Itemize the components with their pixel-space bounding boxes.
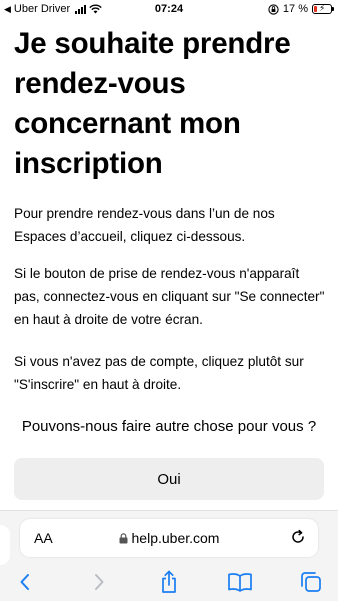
- help-question: Pouvons-nous faire autre chose pour vous…: [21, 418, 317, 435]
- tabs-button[interactable]: [298, 569, 324, 595]
- battery-icon: ⚡: [312, 3, 334, 14]
- share-button[interactable]: [156, 569, 182, 595]
- share-icon: [162, 570, 176, 593]
- yes-button[interactable]: Oui: [14, 458, 324, 500]
- back-icon: [20, 574, 29, 590]
- url-text: help.uber.com: [131, 530, 220, 546]
- info-paragraph-1: Pour prendre rendez-vous dans l’un de no…: [14, 206, 275, 244]
- battery-level-fill: [314, 6, 317, 12]
- forward-icon: [95, 574, 104, 590]
- browser-bottom-bar: AA help.uber.com: [0, 510, 338, 601]
- back-button[interactable]: [12, 569, 38, 595]
- orientation-lock-icon: [268, 3, 279, 15]
- bookmarks-button[interactable]: [227, 569, 253, 595]
- info-paragraph-3: Si vous n'avez pas de compte, cliquez pl…: [14, 354, 304, 392]
- previous-tab-peek[interactable]: [0, 525, 10, 565]
- tabs-icon: [301, 572, 321, 592]
- reload-icon[interactable]: [290, 529, 306, 545]
- status-right: 17 % ⚡: [268, 3, 334, 15]
- status-bar: ◀ Uber Driver 07:24 17 % ⚡: [0, 0, 338, 18]
- page-title: Je souhaite prendre rendez-vous concerna…: [14, 27, 291, 180]
- battery-percent: 17 %: [282, 3, 308, 15]
- address-bar[interactable]: AA help.uber.com: [20, 519, 318, 557]
- browser-toolbar: [0, 567, 338, 597]
- charging-bolt-icon: ⚡: [319, 3, 326, 13]
- forward-button[interactable]: [86, 569, 112, 595]
- url-display[interactable]: help.uber.com: [20, 530, 318, 546]
- info-paragraph-2: Si le bouton de prise de rendez-vous n'a…: [14, 266, 325, 327]
- bookmarks-icon: [228, 573, 252, 592]
- lock-icon: [119, 533, 128, 544]
